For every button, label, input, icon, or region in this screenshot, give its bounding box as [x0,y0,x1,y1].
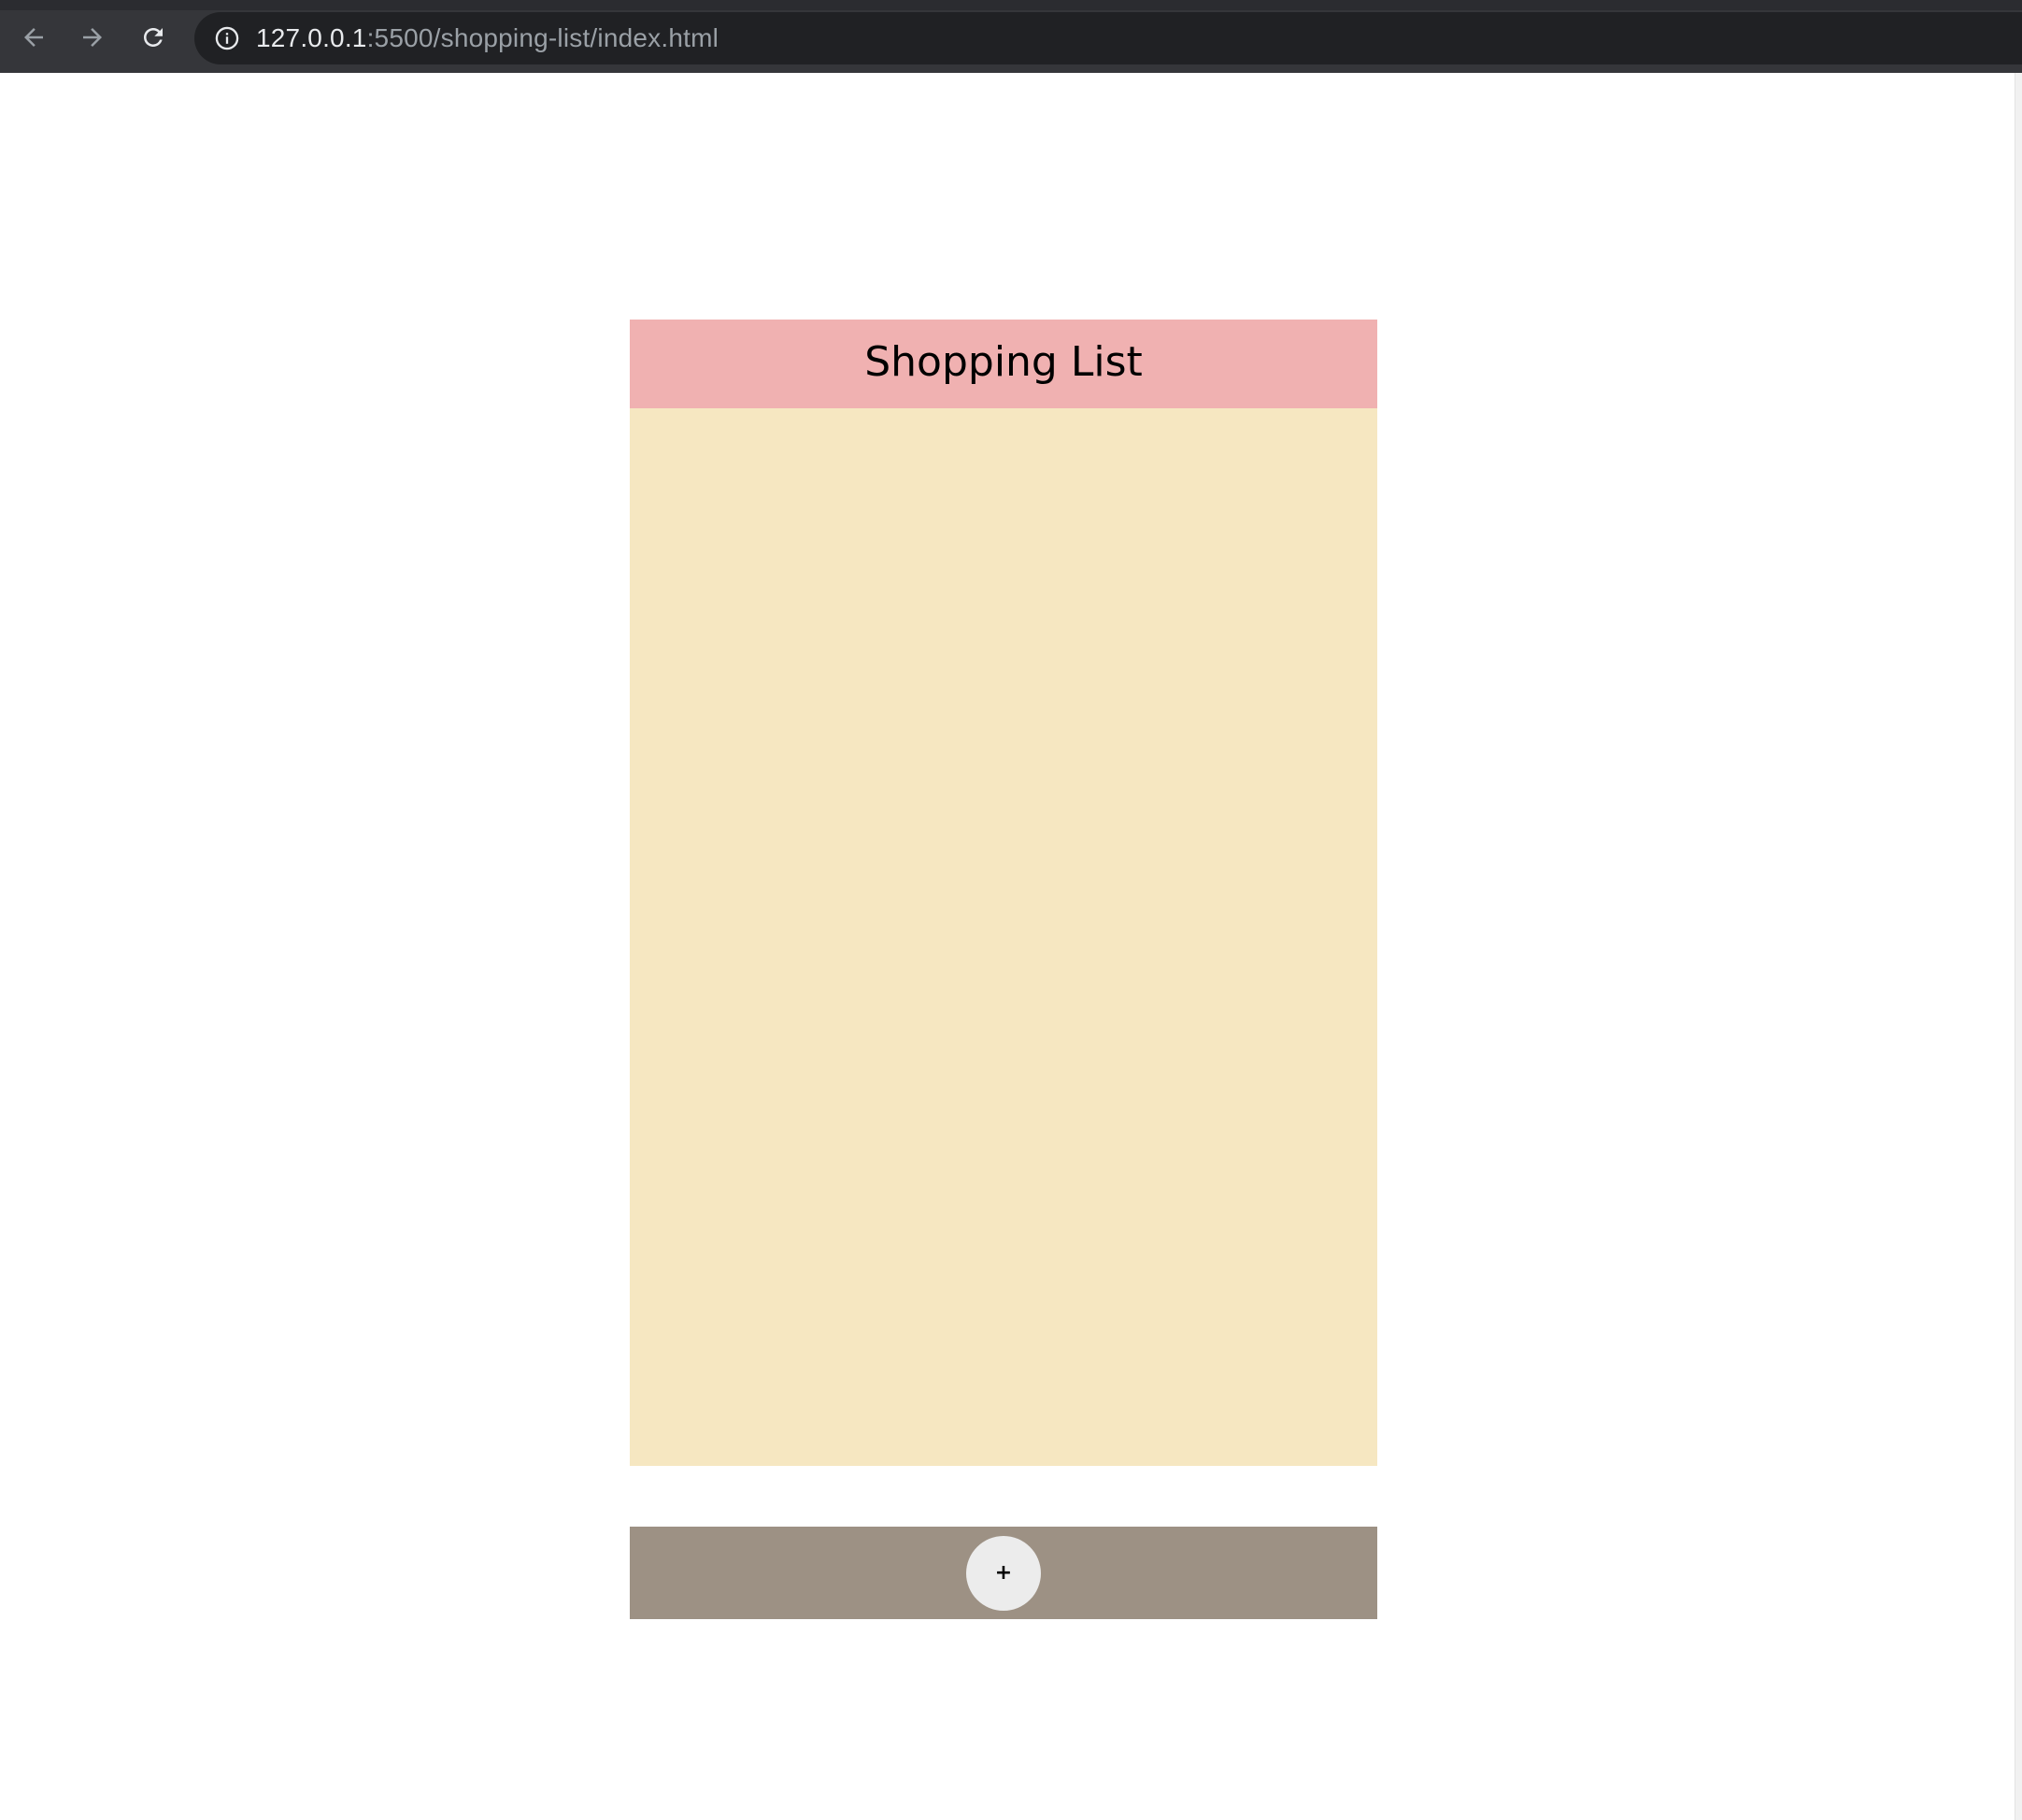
scrollbar[interactable] [2015,73,2022,1820]
info-icon[interactable] [213,24,241,52]
browser-toolbar: 127.0.0.1:5500/shopping-list/index.html [0,0,2022,73]
arrow-right-icon [83,28,102,47]
forward-button[interactable] [72,17,113,58]
add-item-button[interactable]: + [966,1535,1041,1611]
url-path: :5500/shopping-list/index.html [366,23,719,52]
reload-button[interactable] [133,17,174,58]
shopping-list-area [630,408,1377,1466]
reload-icon [144,28,163,47]
app-header: Shopping List [630,320,1377,408]
url-host: 127.0.0.1 [256,23,367,52]
tab-strip [0,0,2022,10]
app-footer: + [630,1527,1377,1619]
page-title: Shopping List [864,338,1143,386]
address-bar[interactable]: 127.0.0.1:5500/shopping-list/index.html [194,12,2022,64]
arrow-left-icon [24,28,43,47]
url-text[interactable]: 127.0.0.1:5500/shopping-list/index.html [256,23,719,53]
back-button[interactable] [13,17,54,58]
